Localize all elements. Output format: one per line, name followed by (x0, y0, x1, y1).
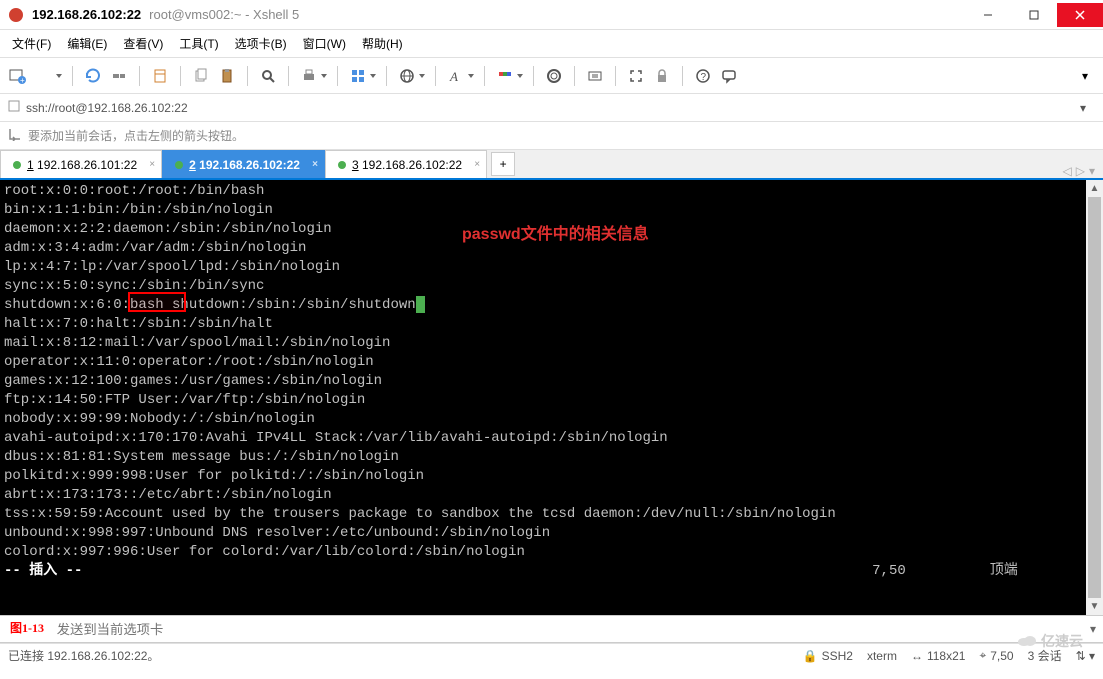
compose-input[interactable] (51, 616, 1083, 642)
encoding-button[interactable] (395, 64, 419, 88)
tab-close-icon[interactable]: × (149, 159, 155, 170)
hint-text: 要添加当前会话，点击左侧的箭头按钮。 (28, 127, 244, 144)
tab-close-icon[interactable]: × (474, 159, 480, 170)
reconnect-button[interactable] (81, 64, 105, 88)
toolbar-overflow[interactable]: ▾ (1073, 64, 1097, 88)
toolbar-separator (247, 66, 248, 86)
properties-button[interactable] (148, 64, 172, 88)
new-session-dropdown[interactable] (32, 64, 56, 88)
app-icon (8, 7, 24, 23)
address-overflow[interactable]: ▾ (1071, 96, 1095, 120)
tab-2[interactable]: 2 192.168.26.102:22 × (162, 150, 325, 178)
script-button[interactable] (542, 64, 566, 88)
status-size: ↔118x21 (911, 649, 965, 663)
tab-3[interactable]: 3 192.168.26.102:22 × (325, 150, 487, 178)
font-button[interactable]: A (444, 64, 468, 88)
status-proto: 🔒SSH2 (803, 649, 853, 663)
status-dot-icon (175, 161, 183, 169)
paste-button[interactable] (215, 64, 239, 88)
maximize-button[interactable] (1011, 3, 1057, 27)
status-cursor: ⌖7,50 (979, 648, 1013, 663)
annotation-text: passwd文件中的相关信息 (462, 220, 649, 244)
tab-add-button[interactable]: + (491, 152, 515, 176)
scroll-thumb[interactable] (1088, 197, 1101, 598)
close-button[interactable] (1057, 3, 1103, 27)
layout-button[interactable] (346, 64, 370, 88)
menu-help[interactable]: 帮助(H) (354, 31, 411, 56)
window-title-main: 192.168.26.102:22 (32, 7, 141, 22)
address-box-icon (8, 100, 20, 115)
svg-text:A: A (449, 69, 458, 84)
toolbar-separator (574, 66, 575, 86)
compose-dropdown[interactable]: ▾ (1083, 622, 1103, 636)
toolbar-separator (484, 66, 485, 86)
print-button[interactable] (297, 64, 321, 88)
tab-1[interactable]: 1 192.168.26.101:22 × (0, 150, 162, 178)
toolbar-separator (288, 66, 289, 86)
window-title-sub: root@vms002:~ - Xshell 5 (149, 7, 299, 22)
status-dot-icon (338, 161, 346, 169)
lock-button[interactable] (650, 64, 674, 88)
toolbar-separator (139, 66, 140, 86)
colorscheme-button[interactable] (493, 64, 517, 88)
tab-nav: ◁ ▷ ▾ (1055, 164, 1103, 178)
watermark: 亿速云 (1017, 631, 1083, 651)
find-button[interactable] (256, 64, 280, 88)
terminal-container: root:x:0:0:root:/root:/bin/bash bin:x:1:… (0, 180, 1103, 615)
hint-bar: 要添加当前会话，点击左侧的箭头按钮。 (0, 122, 1103, 150)
help-button[interactable]: ? (691, 64, 715, 88)
tab-prev-icon[interactable]: ◁ (1063, 164, 1072, 178)
toolbar-separator (337, 66, 338, 86)
toolbar-separator (615, 66, 616, 86)
tab-next-icon[interactable]: ▷ (1076, 164, 1085, 178)
lock-icon: 🔒 (803, 649, 818, 663)
compose-left-label: 图1-13 仅 (0, 621, 51, 638)
copy-button[interactable] (189, 64, 213, 88)
address-text[interactable]: ssh://root@192.168.26.102:22 (26, 101, 188, 115)
menu-file[interactable]: 文件(F) (4, 31, 59, 56)
disconnect-button[interactable] (107, 64, 131, 88)
status-term: xterm (867, 649, 897, 663)
scroll-down-icon[interactable]: ▼ (1086, 598, 1103, 615)
toolbar-separator (180, 66, 181, 86)
status-dot-icon (13, 161, 21, 169)
terminal-scrollbar[interactable]: ▲ ▼ (1086, 180, 1103, 615)
toolbar-separator (386, 66, 387, 86)
toolbar: + A ? ▾ (0, 58, 1103, 94)
titlebar: 192.168.26.102:22 root@vms002:~ - Xshell… (0, 0, 1103, 30)
menu-tab[interactable]: 选项卡(B) (227, 31, 295, 56)
svg-text:?: ? (701, 72, 707, 83)
address-bar: ssh://root@192.168.26.102:22 ▾ (0, 94, 1103, 122)
feedback-button[interactable] (717, 64, 741, 88)
toolbar-separator (682, 66, 683, 86)
menu-view[interactable]: 查看(V) (115, 31, 171, 56)
figure-label: 图1-13 (10, 619, 44, 636)
menu-window[interactable]: 窗口(W) (295, 31, 354, 56)
minimize-button[interactable] (965, 3, 1011, 27)
toolbar-separator (72, 66, 73, 86)
compose-bar: 图1-13 仅 ▾ (0, 615, 1103, 643)
terminal[interactable]: root:x:0:0:root:/root:/bin/bash bin:x:1:… (0, 180, 1103, 615)
fullscreen-button[interactable] (624, 64, 648, 88)
scroll-up-icon[interactable]: ▲ (1086, 180, 1103, 197)
cursor-icon: ⌖ (979, 648, 986, 663)
tab-list-icon[interactable]: ▾ (1089, 164, 1095, 178)
menu-edit[interactable]: 编辑(E) (59, 31, 115, 56)
new-session-button[interactable]: + (6, 64, 30, 88)
hint-arrow-icon[interactable] (8, 127, 22, 144)
menu-tools[interactable]: 工具(T) (171, 31, 226, 56)
menubar: 文件(F) 编辑(E) 查看(V) 工具(T) 选项卡(B) 窗口(W) 帮助(… (0, 30, 1103, 58)
status-connected: 已连接 192.168.26.102:22。 (8, 647, 159, 664)
transfer-button[interactable] (583, 64, 607, 88)
tab-strip: 1 192.168.26.101:22 × 2 192.168.26.102:2… (0, 150, 1103, 180)
statusbar: 已连接 192.168.26.102:22。 🔒SSH2 xterm ↔118x… (0, 643, 1103, 667)
svg-text:+: + (20, 76, 25, 85)
toolbar-separator (533, 66, 534, 86)
tab-close-icon[interactable]: × (312, 159, 318, 170)
toolbar-separator (435, 66, 436, 86)
